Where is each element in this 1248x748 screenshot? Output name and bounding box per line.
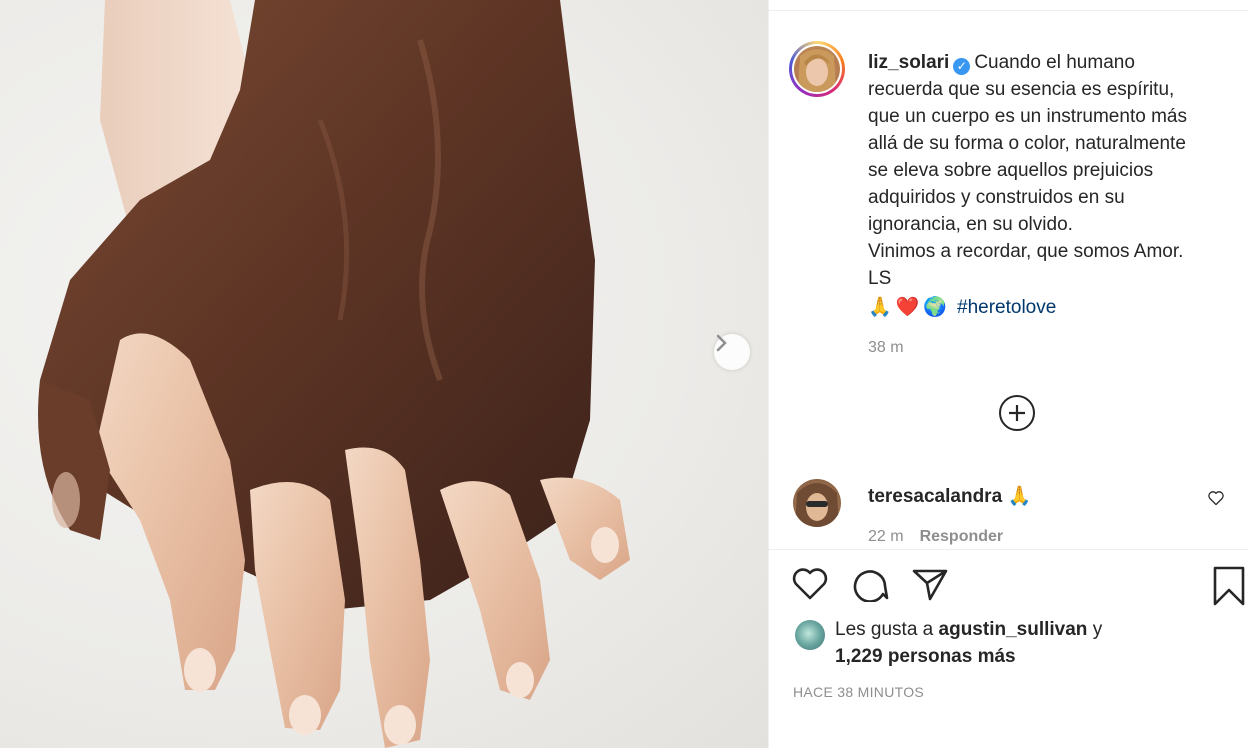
praying-hands-emoji: 🙏 [868,297,892,318]
save-button[interactable] [1212,566,1246,611]
heart-icon [792,568,828,600]
bookmark-icon [1213,566,1245,606]
likes-count[interactable]: 1,229 personas más [835,646,1016,668]
post-side-panel: liz_solari ✓ Cuando el humano recuerda que… [769,0,1248,748]
comment-timestamp: 22 m [868,528,904,545]
paper-plane-icon [912,569,948,601]
comment-emoji: 🙏 [1007,486,1032,507]
liker-avatar[interactable] [795,620,825,650]
author-avatar-image [794,46,840,92]
caption-line: LS [868,268,892,289]
caption-line: Vinimos a recordar, que somos Amor. [868,241,1184,262]
hashtag-link[interactable]: #heretolove [957,294,1056,321]
share-button[interactable] [911,566,949,607]
globe-emoji: 🌍 [923,297,948,318]
caption-line: liz_solari ✓ Cuando el humano [868,52,1135,75]
author-username[interactable]: liz_solari [868,52,949,73]
like-button[interactable] [791,566,829,607]
comment-bubble-icon [853,570,889,603]
author-avatar[interactable] [789,41,845,97]
post-timestamp: HACE 38 MINUTOS [793,684,925,700]
actions-divider [769,549,1248,550]
chevron-right-icon [716,334,727,352]
comment-like-button[interactable] [1207,490,1225,511]
commenter-username[interactable]: teresacalandra [868,486,1002,507]
post-image [0,0,768,748]
heart-icon [1208,491,1224,506]
plus-circle-icon [1009,405,1025,421]
next-image-button[interactable] [714,334,750,370]
caption-timestamp: 38 m [868,339,904,356]
load-more-comments-button[interactable] [999,395,1035,431]
comment-button[interactable] [852,566,890,607]
holding-hands-photo [38,0,630,748]
caption-line: que un cuerpo es un instrumento más [868,106,1187,127]
caption-line: recuerda que su esencia es espíritu, [868,79,1175,100]
caption-line: ignorancia, en su olvido. [868,214,1073,235]
caption-line: se eleva sobre aquellos prejuicios [868,160,1154,181]
reply-button[interactable]: Responder [920,528,1004,545]
caption-emoji-row: 🙏 ❤️ 🌍 #heretolove [868,294,1228,321]
post-caption: liz_solari ✓ Cuando el humano recuerda que… [868,49,1228,321]
caption-line: adquiridos y construidos en su [868,187,1125,208]
caption-line: allá de su forma o color, naturalmente [868,133,1186,154]
header-divider [769,10,1248,11]
commenter-avatar[interactable] [793,479,841,527]
liker-username[interactable]: agustin_sullivan [939,619,1088,640]
comment-meta: 22 m Responder [868,528,1003,546]
verified-badge-icon: ✓ [953,58,971,75]
red-heart-emoji: ❤️ [895,297,920,318]
likes-summary: Les gusta a agustin_sullivan y [835,619,1103,640]
comment-row: teresacalandra 🙏 [868,484,1031,508]
